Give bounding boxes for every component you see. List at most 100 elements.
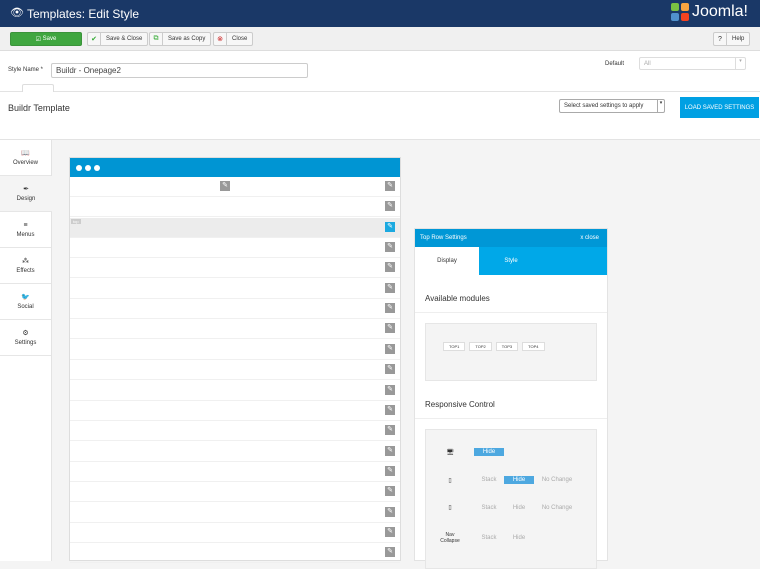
layout-row[interactable]: ✎ [70, 462, 400, 482]
joomla-logo-text: Joomla! [691, 3, 748, 20]
joomla-logo: Joomla! [670, 3, 748, 21]
layout-row[interactable]: ✎ [70, 421, 400, 442]
edit-icon[interactable]: ✎ [385, 425, 395, 436]
sidebar-item-settings[interactable]: ⚙ Settings [0, 320, 51, 356]
effects-icon: ⁂ [22, 258, 29, 265]
brush-icon: ✒ [23, 186, 29, 193]
module-chip[interactable]: TOP4 [522, 342, 545, 351]
close-circle-icon: ⊗ [214, 33, 227, 45]
layout-row[interactable]: ✎ [70, 523, 400, 543]
layout-row[interactable]: ✎ [70, 279, 400, 299]
row-tag: top [71, 218, 81, 224]
edit-icon[interactable]: ✎ [385, 323, 395, 334]
style-name-input[interactable]: Buildr - Onepage2 [51, 63, 308, 78]
hide-option[interactable]: Hide [504, 535, 534, 541]
help-label: Help [732, 36, 745, 42]
responsive-box: 🖥 Hide ▯ Stack Hide No Change ▯ Stack Hide No C… [425, 429, 597, 569]
layout-row[interactable]: ✎ [70, 299, 400, 320]
responsive-control-heading: Responsive Control [415, 391, 607, 419]
edit-icon[interactable]: ✎ [385, 506, 395, 517]
sidebar-item-social[interactable]: 🐦 Social [0, 284, 51, 320]
gear-icon: ⚙ [22, 330, 29, 337]
style-form: Style Name * Buildr - Onepage2 Default A… [0, 51, 760, 94]
row-settings-panel: Top Row Settings x close Display Style Av… [414, 228, 608, 569]
check-icon: ✔ [88, 33, 101, 45]
module-chip[interactable]: TOP1 [443, 342, 466, 351]
hide-option[interactable]: Hide [504, 505, 534, 511]
saved-settings-select[interactable]: Select saved settings to apply ▾ [559, 99, 665, 113]
menu-icon: ≡ [23, 221, 28, 229]
layout-row[interactable]: ✎ [70, 197, 400, 218]
edit-icon[interactable]: ✎ [385, 181, 395, 191]
layout-row[interactable]: ✎ [70, 360, 400, 381]
copy-icon: ⧉ [150, 33, 163, 45]
layout-row[interactable]: ✎ [70, 482, 400, 503]
nav-collapse-label: Nav Collapse [440, 532, 460, 544]
edit-icon[interactable]: ✎ [385, 445, 395, 456]
question-icon: ? [714, 33, 727, 45]
layout-row[interactable]: ✎ [70, 258, 400, 279]
sidebar: 📖 Overview ✒ Design ≡ Menus ⁂ Effects 🐦 Socia… [0, 140, 52, 561]
layout-row[interactable]: ✎ [70, 238, 400, 259]
panel-close-button[interactable]: x close [580, 235, 599, 241]
dot-icon [94, 164, 100, 171]
save-button[interactable]: ☑ Save [10, 32, 82, 46]
edit-icon[interactable]: ✎ [385, 282, 395, 293]
tab-display[interactable]: Display [415, 247, 479, 275]
layout-row[interactable]: ✎ [70, 319, 400, 340]
responsive-row-nav-collapse: Nav Collapse Stack Hide [426, 532, 596, 544]
edit-icon[interactable]: ✎ [385, 201, 395, 212]
edit-icon[interactable]: ✎ [220, 181, 230, 191]
edit-icon[interactable]: ✎ [385, 343, 395, 354]
dot-icon [76, 164, 82, 171]
sidebar-item-menus[interactable]: ≡ Menus [0, 212, 51, 248]
edit-icon[interactable]: ✎ [385, 465, 395, 476]
layout-row[interactable]: ✎ [70, 401, 400, 421]
edit-icon[interactable]: ✎ [385, 221, 395, 232]
tab-style[interactable]: Style [479, 247, 543, 275]
eye-icon: 👁 [10, 7, 24, 19]
layout-row[interactable]: ✎ [70, 381, 400, 401]
edit-icon[interactable]: ✎ [385, 404, 395, 415]
edit-icon[interactable]: ✎ [385, 364, 395, 375]
hide-option[interactable]: Hide [474, 448, 504, 456]
edit-icon[interactable]: ✎ [385, 384, 395, 395]
layout-builder: ✎ ✎ ✎ ✎ top ✎ ✎ ✎ ✎ ✎ ✎ ✎ ✎ ✎ ✎ ✎ ✎ ✎ ✎ ✎ ✎ [69, 157, 401, 564]
edit-icon[interactable]: ✎ [385, 526, 395, 537]
edit-icon[interactable]: ✎ [385, 486, 395, 497]
help-button[interactable]: ? Help [713, 32, 751, 46]
save-close-label: Save & Close [106, 36, 143, 42]
module-chip[interactable]: TOP2 [469, 342, 492, 351]
layout-row[interactable]: ✎ ✎ [70, 177, 400, 197]
load-saved-settings-button[interactable]: LOAD SAVED SETTINGS [680, 97, 759, 118]
sidebar-label: Effects [16, 268, 35, 274]
layout-row[interactable]: ✎ top [70, 217, 400, 238]
no-change-option[interactable]: No Change [534, 477, 580, 483]
edit-icon[interactable]: ✎ [385, 242, 395, 253]
save-label: Save [42, 36, 57, 42]
edit-icon[interactable]: ✎ [385, 303, 395, 314]
save-close-button[interactable]: ✔ Save & Close [87, 32, 149, 46]
layout-row[interactable]: ✎ [70, 442, 400, 462]
chevron-down-icon: ▾ [657, 100, 664, 112]
layout-row[interactable]: ✎ [70, 543, 400, 564]
stack-option[interactable]: Stack [474, 477, 504, 483]
sidebar-item-design[interactable]: ✒ Design [0, 176, 52, 212]
page-title: Templates: Edit Style [27, 7, 140, 21]
modules-box: TOP1 TOP2 TOP3 TOP4 [425, 323, 597, 381]
no-change-option[interactable]: No Change [534, 505, 580, 511]
close-label: Close [232, 36, 248, 42]
edit-icon[interactable]: ✎ [385, 262, 395, 273]
default-select[interactable]: All ▾ [639, 57, 746, 70]
module-chip[interactable]: TOP3 [495, 342, 519, 351]
layout-row[interactable]: ✎ [70, 340, 400, 360]
hide-option[interactable]: Hide [504, 476, 534, 484]
sidebar-item-effects[interactable]: ⁂ Effects [0, 248, 51, 284]
sidebar-item-overview[interactable]: 📖 Overview [0, 140, 51, 176]
edit-icon[interactable]: ✎ [385, 547, 395, 558]
stack-option[interactable]: Stack [474, 535, 504, 541]
stack-option[interactable]: Stack [474, 505, 504, 511]
layout-row[interactable]: ✎ [70, 503, 400, 523]
close-button[interactable]: ⊗ Close [213, 32, 254, 46]
save-copy-button[interactable]: ⧉ Save as Copy [149, 32, 212, 46]
